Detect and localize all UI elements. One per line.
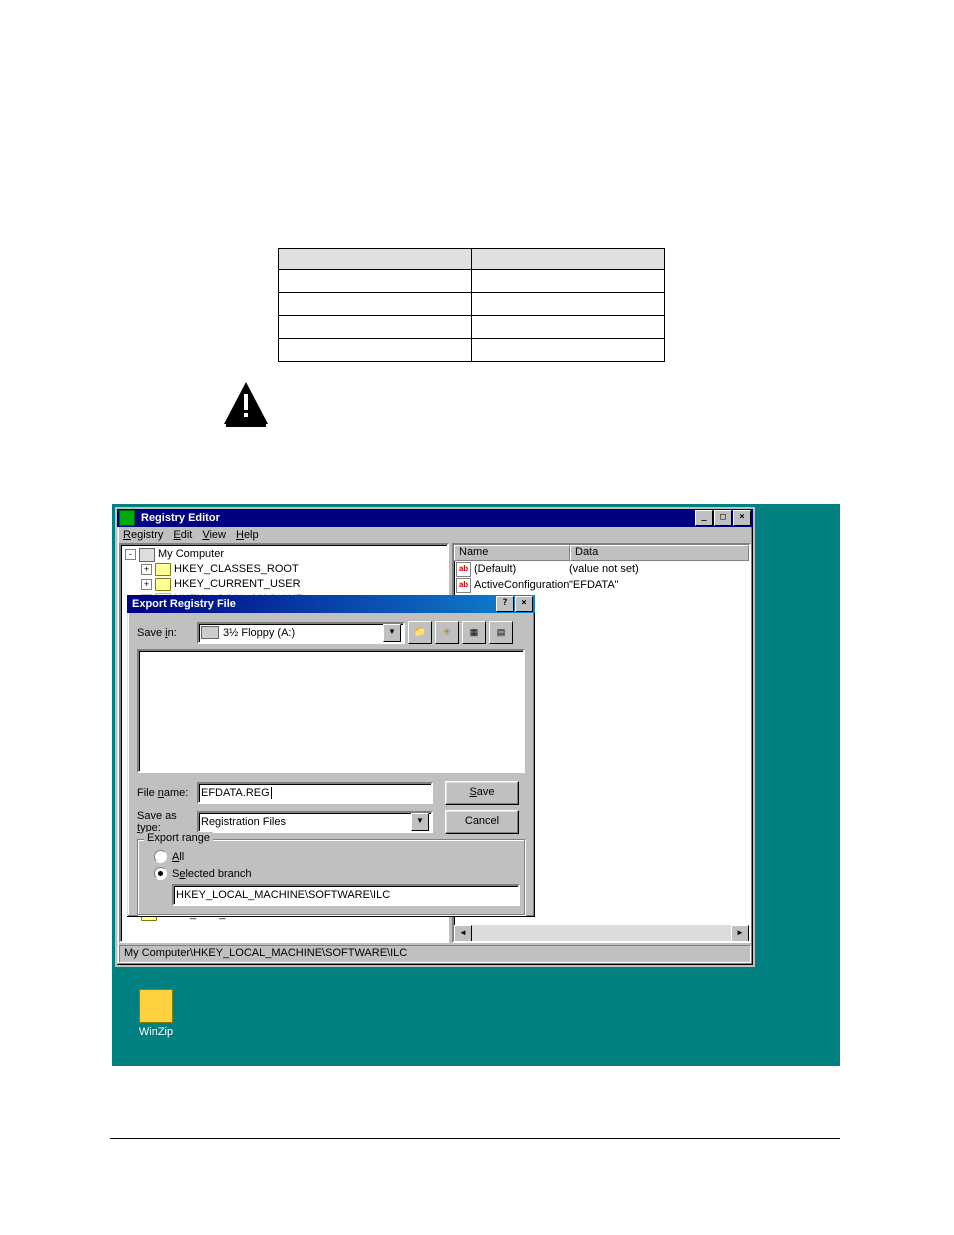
savein-value: 3½ Floppy (A:) — [223, 627, 295, 639]
page-divider — [110, 1138, 840, 1139]
document-table — [278, 248, 665, 362]
expand-icon[interactable]: + — [141, 564, 152, 575]
value-row[interactable]: ab ActiveConfiguration "EFDATA" — [454, 577, 749, 593]
close-button[interactable]: × — [733, 510, 751, 526]
minimize-button[interactable]: _ — [695, 510, 713, 526]
hscrollbar[interactable]: ◄ ► — [454, 925, 749, 941]
radio-icon — [154, 850, 167, 863]
col-name[interactable]: Name — [454, 545, 570, 561]
cancel-button[interactable]: Cancel — [445, 810, 519, 834]
dialog-titlebar: Export Registry File ? × — [127, 595, 535, 613]
export-range-group: Export range All Selected branch HKEY_LO… — [137, 839, 525, 915]
savetype-combo[interactable]: Registration Files ▼ — [197, 811, 433, 833]
regedit-title: Registry Editor — [138, 512, 694, 524]
computer-icon — [139, 548, 155, 562]
group-title: Export range — [144, 832, 213, 844]
radio-all[interactable]: All — [154, 850, 516, 863]
save-button[interactable]: Save — [445, 781, 519, 805]
folder-icon — [155, 563, 171, 576]
dialog-title: Export Registry File — [129, 598, 495, 610]
dialog-close-button[interactable]: × — [515, 596, 533, 612]
winzip-icon — [139, 989, 173, 1023]
floppy-icon — [201, 626, 219, 639]
menu-edit[interactable]: Edit — [173, 529, 192, 541]
savein-combo[interactable]: 3½ Floppy (A:) ▼ — [197, 622, 405, 644]
value-name: (Default) — [474, 563, 569, 575]
expand-icon[interactable]: + — [141, 579, 152, 590]
status-text: My Computer\HKEY_LOCAL_MACHINE\SOFTWARE\… — [119, 945, 751, 963]
statusbar: My Computer\HKEY_LOCAL_MACHINE\SOFTWARE\… — [119, 945, 751, 963]
savetype-value: Registration Files — [201, 816, 286, 828]
savein-label: Save in: — [137, 627, 197, 639]
menu-registry[interactable]: Registry — [123, 529, 163, 541]
value-row[interactable]: ab (Default) (value not set) — [454, 561, 749, 577]
file-list[interactable] — [137, 649, 525, 773]
dropdown-icon[interactable]: ▼ — [411, 813, 429, 831]
maximize-button[interactable]: □ — [714, 510, 732, 526]
filename-label: File name: — [137, 787, 197, 799]
winzip-desktop-icon[interactable]: WinZip — [126, 989, 186, 1038]
value-name: ActiveConfiguration — [474, 579, 569, 591]
menubar: Registry Edit View Help — [117, 527, 753, 543]
regedit-titlebar: Registry Editor _ □ × — [117, 509, 753, 527]
list-view-button[interactable]: ▦ — [462, 621, 486, 644]
expand-icon[interactable]: - — [125, 549, 136, 560]
tree-my-computer[interactable]: My Computer — [158, 547, 224, 562]
details-view-button[interactable]: ▤ — [489, 621, 513, 644]
folder-icon — [155, 578, 171, 591]
tree-hkcr[interactable]: HKEY_CLASSES_ROOT — [174, 562, 299, 577]
desktop: Registry Editor _ □ × Registry Edit View… — [112, 504, 840, 1066]
tree-hkcu[interactable]: HKEY_CURRENT_USER — [174, 577, 301, 592]
scroll-left-button[interactable]: ◄ — [454, 925, 472, 943]
dropdown-icon[interactable]: ▼ — [383, 624, 401, 642]
help-button[interactable]: ? — [496, 596, 514, 612]
regedit-icon — [119, 510, 135, 526]
menu-view[interactable]: View — [202, 529, 226, 541]
export-dialog: Export Registry File ? × Save in: 3½ Flo… — [127, 595, 535, 917]
radio-icon — [154, 867, 167, 880]
up-folder-button[interactable]: 📁 — [408, 621, 432, 644]
menu-help[interactable]: Help — [236, 529, 259, 541]
branch-input[interactable]: HKEY_LOCAL_MACHINE\SOFTWARE\ILC — [172, 884, 520, 906]
string-value-icon: ab — [456, 578, 471, 593]
radio-selected-branch[interactable]: Selected branch — [154, 867, 516, 880]
warning-icon — [222, 380, 270, 428]
icon-label: WinZip — [139, 1026, 173, 1038]
string-value-icon: ab — [456, 562, 471, 577]
savetype-label: Save as type: — [137, 810, 197, 834]
new-folder-button[interactable]: ✳ — [435, 621, 459, 644]
scroll-right-button[interactable]: ► — [731, 925, 749, 943]
filename-input[interactable]: EFDATA.REG — [197, 782, 433, 804]
value-data: (value not set) — [569, 563, 639, 575]
col-data[interactable]: Data — [570, 545, 749, 561]
value-data: "EFDATA" — [569, 579, 619, 591]
